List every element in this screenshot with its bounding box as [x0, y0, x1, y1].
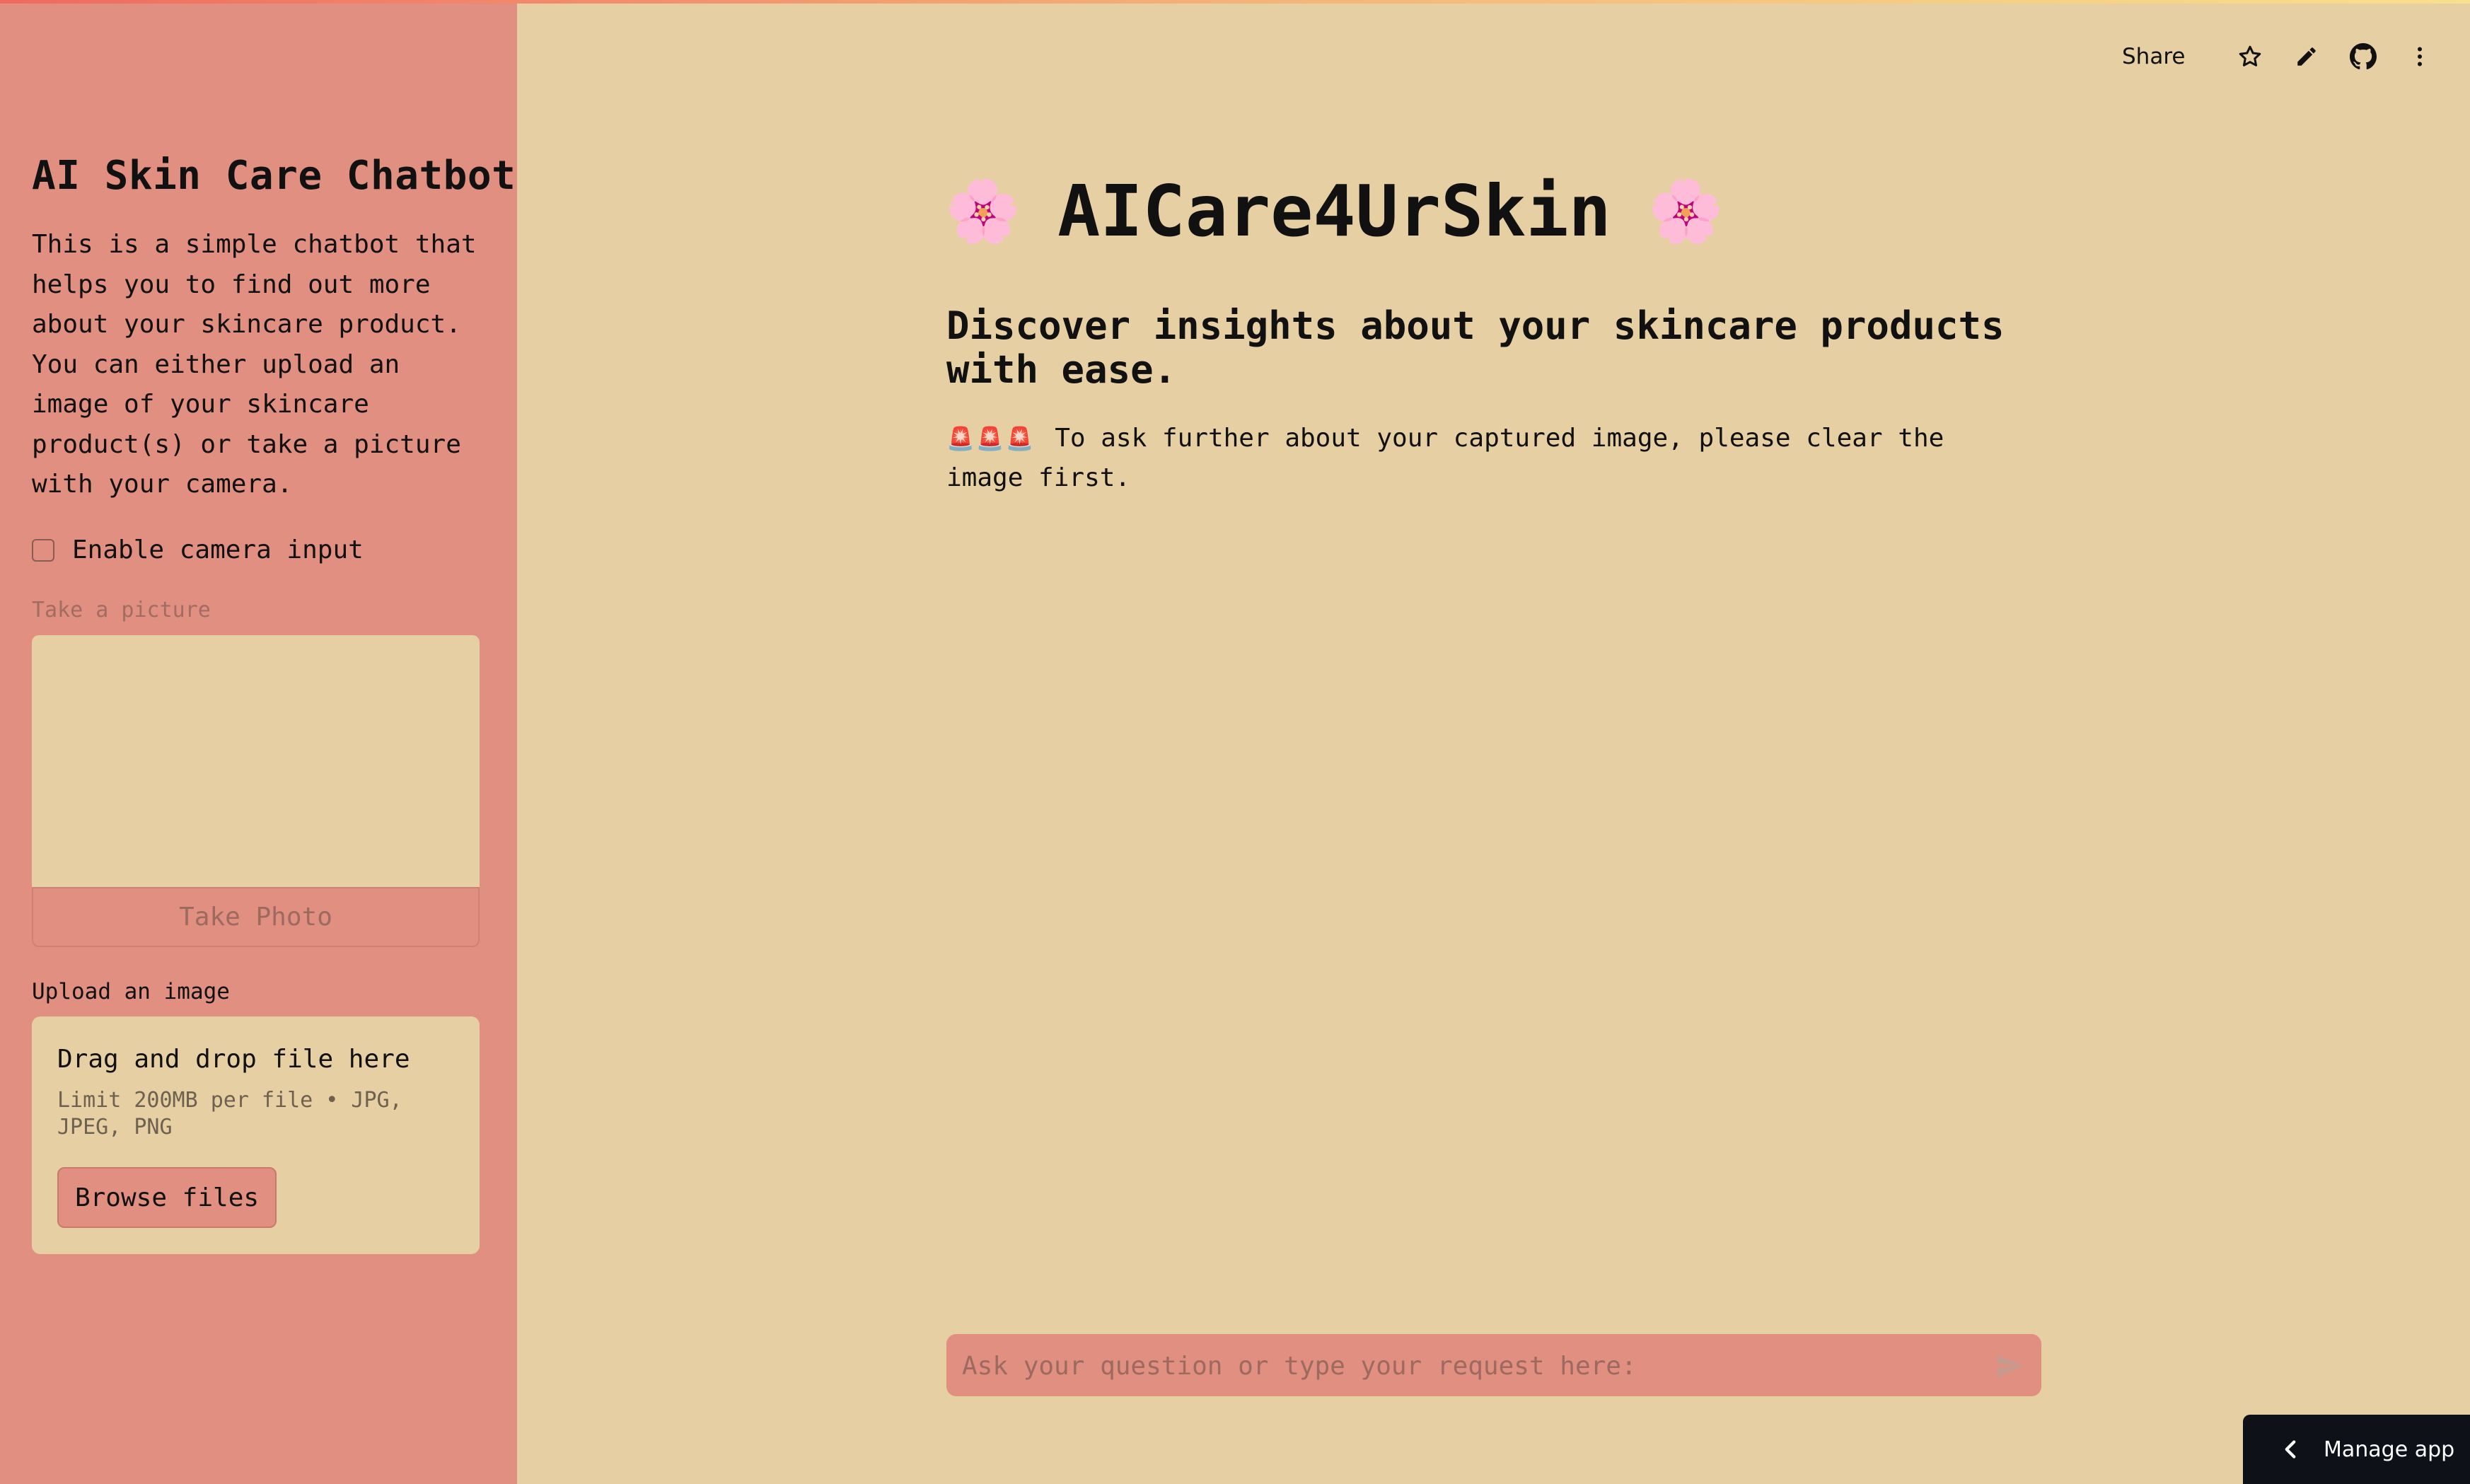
- manage-app-button[interactable]: Manage app: [2243, 1415, 2470, 1484]
- notice-text: To ask further about your captured image…: [946, 424, 1944, 492]
- manage-app-label: Manage app: [2324, 1437, 2455, 1462]
- file-dropzone[interactable]: Drag and drop file here Limit 200MB per …: [32, 1016, 480, 1254]
- chat-input-container: [946, 1334, 2041, 1398]
- share-button[interactable]: Share: [2122, 44, 2185, 69]
- page-subheading: Discover insights about your skincare pr…: [946, 303, 2005, 392]
- github-icon[interactable]: [2343, 37, 2383, 76]
- browse-files-button[interactable]: Browse files: [57, 1167, 277, 1228]
- camera-input-label: Take a picture: [32, 598, 211, 622]
- page-title-text: AICare4UrSkin: [1057, 170, 1611, 253]
- camera-preview: [32, 635, 480, 887]
- dropzone-title: Drag and drop file here: [57, 1045, 410, 1074]
- chevron-left-icon: [2283, 1439, 2298, 1459]
- camera-toggle[interactable]: Enable camera input: [32, 535, 364, 564]
- take-photo-button[interactable]: Take Photo: [32, 887, 480, 947]
- camera-checkbox-label: Enable camera input: [72, 535, 364, 564]
- cherry-blossom-icon: 🌸: [1647, 176, 1724, 247]
- sidebar-title: AI Skin Care Chatbot: [32, 153, 516, 199]
- notice-message: 🚨🚨🚨 To ask further about your captured i…: [946, 419, 2022, 498]
- upload-label: Upload an image: [32, 979, 230, 1004]
- pencil-icon[interactable]: [2287, 37, 2326, 76]
- camera-checkbox[interactable]: [32, 538, 54, 562]
- dropzone-limits: Limit 200MB per file • JPG, JPEG, PNG: [57, 1088, 402, 1140]
- siren-icon: 🚨🚨🚨: [946, 425, 1036, 452]
- cherry-blossom-icon: 🌸: [945, 176, 1021, 247]
- header-toolbar: Share: [2122, 37, 2440, 76]
- top-decoration-bar: [0, 0, 2470, 4]
- chat-input[interactable]: [961, 1334, 1982, 1398]
- page-title: 🌸 AICare4UrSkin 🌸: [945, 170, 1724, 253]
- star-icon[interactable]: [2230, 37, 2270, 76]
- sidebar-description: This is a simple chatbot that helps you …: [32, 230, 477, 499]
- sidebar: AI Skin Care Chatbot This is a simple ch…: [0, 0, 517, 1484]
- more-vertical-icon[interactable]: [2400, 37, 2440, 76]
- send-icon[interactable]: [1995, 1351, 2024, 1381]
